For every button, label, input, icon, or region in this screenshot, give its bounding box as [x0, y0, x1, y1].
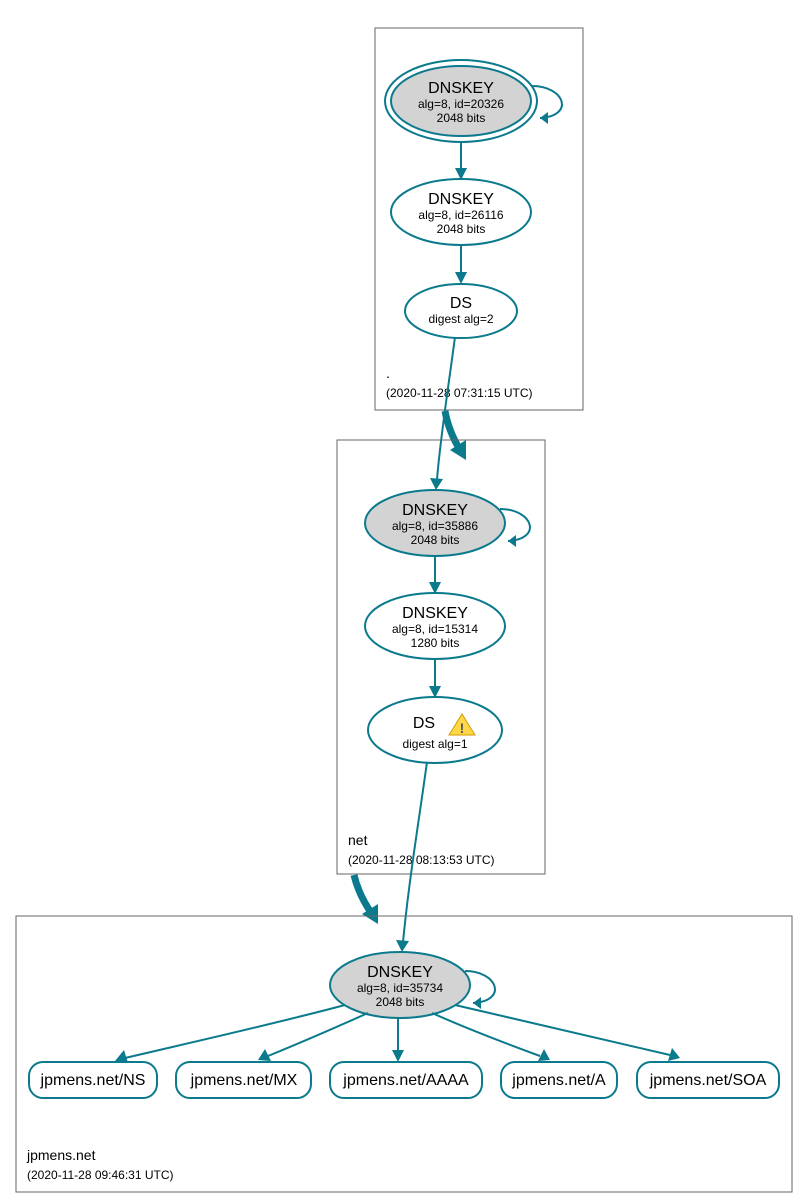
- edge-ksk-mx: [268, 1013, 368, 1056]
- zone-root-timestamp: (2020-11-28 07:31:15 UTC): [386, 386, 533, 400]
- root-zsk-sub2: 2048 bits: [437, 222, 486, 236]
- edge-rootds-netksk-arrow: [430, 478, 443, 490]
- net-ksk-title: DNSKEY: [402, 502, 468, 519]
- root-ksk-selfloop-arrow: [540, 112, 548, 124]
- delegation-net-jpmens: [354, 875, 372, 914]
- root-zsk-title: DNSKEY: [428, 191, 494, 208]
- svg-text:!: !: [460, 720, 465, 736]
- net-ksk-sub1: alg=8, id=35886: [392, 519, 478, 533]
- net-ksk-selfloop-arrow: [508, 535, 516, 547]
- edge-ksk-aaaa-arrow: [392, 1050, 404, 1062]
- dnssec-diagram: . (2020-11-28 07:31:15 UTC) DNSKEY alg=8…: [0, 0, 808, 1194]
- net-zsk-sub2: 1280 bits: [411, 636, 460, 650]
- net-zsk-sub1: alg=8, id=15314: [392, 622, 478, 636]
- root-ksk-sub2: 2048 bits: [437, 111, 486, 125]
- edge-ksk-soa: [455, 1005, 670, 1055]
- root-ds-sub1: digest alg=2: [428, 312, 493, 326]
- record-soa-label: jpmens.net/SOA: [649, 1072, 767, 1089]
- root-ksk-title: DNSKEY: [428, 80, 494, 97]
- net-ds-sub1: digest alg=1: [402, 737, 467, 751]
- jpmens-ksk-sub2: 2048 bits: [376, 995, 425, 1009]
- jpmens-ksk-selfloop-arrow: [473, 997, 481, 1009]
- net-ksk-sub2: 2048 bits: [411, 533, 460, 547]
- net-zsk-title: DNSKEY: [402, 605, 468, 622]
- record-mx-label: jpmens.net/MX: [190, 1072, 298, 1089]
- zone-jpmens-label: jpmens.net: [26, 1147, 96, 1163]
- record-aaaa-label: jpmens.net/AAAA: [342, 1072, 469, 1089]
- jpmens-ksk-title: DNSKEY: [367, 964, 433, 981]
- record-ns-label: jpmens.net/NS: [40, 1072, 146, 1089]
- zone-net-timestamp: (2020-11-28 08:13:53 UTC): [348, 853, 495, 867]
- edge-rootds-netksk: [437, 337, 455, 480]
- record-a-label: jpmens.net/A: [511, 1072, 606, 1089]
- edge-netds-jpksk: [403, 762, 427, 942]
- net-ds-title: DS: [413, 715, 435, 732]
- zone-root-label: .: [386, 365, 390, 381]
- edge-netds-jpksk-arrow: [396, 940, 409, 952]
- edge-rootzsk-rootds-arrow: [455, 272, 467, 284]
- root-zsk-sub1: alg=8, id=26116: [418, 208, 504, 222]
- zone-net-label: net: [348, 832, 368, 848]
- edge-ksk-ns: [125, 1005, 345, 1058]
- zone-jpmens-timestamp: (2020-11-28 09:46:31 UTC): [27, 1168, 174, 1182]
- edge-ksk-a: [432, 1013, 540, 1056]
- delegation-root-net: [445, 411, 460, 450]
- jpmens-ksk-sub1: alg=8, id=35734: [357, 981, 443, 995]
- root-ds-title: DS: [450, 295, 472, 312]
- root-ksk-sub1: alg=8, id=20326: [418, 97, 504, 111]
